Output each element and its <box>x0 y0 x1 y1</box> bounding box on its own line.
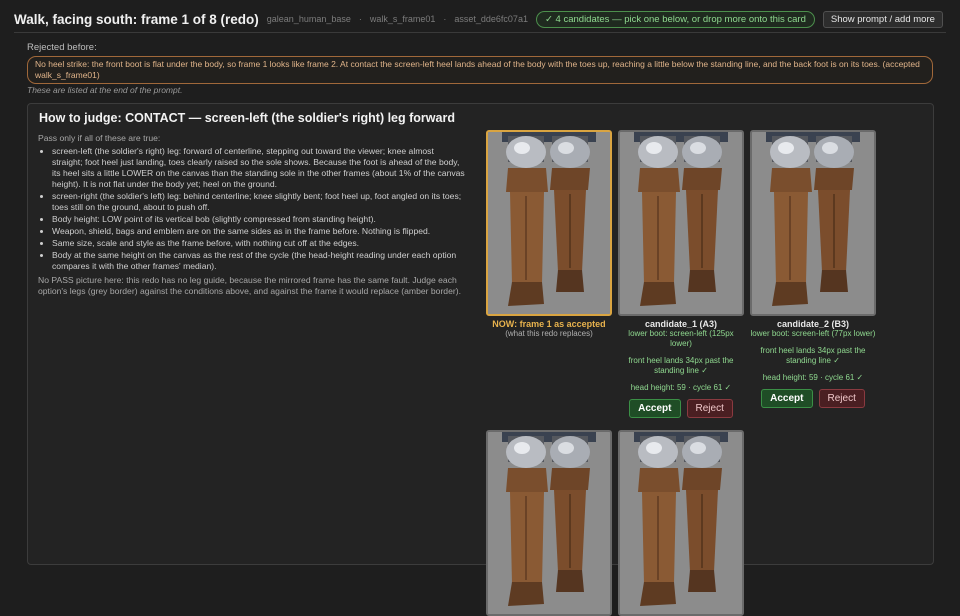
criteria-item: Weapon, shield, bags and emblem are on t… <box>52 226 466 237</box>
current-frame-caption: NOW: frame 1 as accepted <box>492 319 606 329</box>
candidate-tile: candidate_1 (A3) lower boot: screen-left… <box>618 130 744 418</box>
current-frame-image <box>486 130 612 316</box>
show-prompt-button[interactable]: Show prompt / add more <box>822 10 943 28</box>
criteria-item: screen-right (the soldier's left) leg: b… <box>52 191 466 213</box>
candidate-boot-note: lower boot: screen-left (77px lower) <box>750 329 876 338</box>
meta-separator: · <box>443 14 447 24</box>
rejected-label: Rejected before: <box>27 42 97 53</box>
candidate-actions: Accept Reject <box>618 399 744 418</box>
judge-card: How to judge: CONTACT — screen-left (the… <box>27 103 934 616</box>
criteria-item: Same size, scale and style as the frame … <box>52 238 466 249</box>
candidate-actions: Accept Reject <box>750 389 876 408</box>
criteria-item: Body at the same height on the canvas as… <box>52 250 466 272</box>
candidate-tile <box>486 430 612 616</box>
criteria-item: screen-left (the soldier's right) leg: f… <box>52 146 466 190</box>
asset-id: asset_dde6fc07a1 <box>454 14 528 24</box>
candidate-heel-note: front heel lands 34px past the standing … <box>760 346 866 365</box>
candidate-boot-note: lower boot: screen-left (125px lower) <box>628 329 734 348</box>
candidate-image[interactable] <box>618 430 744 616</box>
page-title: Walk, facing south: frame 1 of 8 (redo) <box>14 11 259 27</box>
candidate-tile <box>618 430 744 616</box>
criteria-list: screen-left (the soldier's right) leg: f… <box>38 146 466 272</box>
rejected-reason-box: No heel strike: the front boot is flat u… <box>27 56 933 84</box>
listed-note: These are listed at the end of the promp… <box>27 85 183 95</box>
rig-name: galean_human_base <box>266 14 351 24</box>
meta-separator: · <box>358 14 362 24</box>
accept-button[interactable]: Accept <box>761 389 813 408</box>
accept-button[interactable]: Accept <box>629 399 681 418</box>
candidate-height-note: head height: 59 · cycle 61 ✓ <box>630 383 732 392</box>
current-frame-subcaption: (what this redo replaces) <box>505 329 593 338</box>
current-frame-tile: NOW: frame 1 as accepted (what this redo… <box>486 130 612 339</box>
reject-button[interactable]: Reject <box>686 399 733 418</box>
criteria-intro: Pass only if all of these are true: <box>38 133 161 143</box>
candidate-image[interactable] <box>486 430 612 616</box>
candidate-image[interactable] <box>618 130 744 316</box>
candidate-image[interactable] <box>750 130 876 316</box>
criteria-panel: Pass only if all of these are true: scre… <box>38 133 466 297</box>
candidates-status-badge: ✓ 4 candidates — pick one below, or drop… <box>535 10 815 28</box>
judge-heading: How to judge: CONTACT — screen-left (the… <box>39 111 455 125</box>
candidate-heel-note: front heel lands 34px past the standing … <box>628 356 734 375</box>
criteria-footnote: No PASS picture here: this redo has no l… <box>38 275 461 296</box>
candidate-height-note: head height: 59 · cycle 61 ✓ <box>762 373 864 382</box>
header: Walk, facing south: frame 1 of 8 (redo) … <box>14 6 946 33</box>
candidate-tile: candidate_2 (B3) lower boot: screen-left… <box>750 130 876 408</box>
candidate-name: candidate_2 (B3) <box>776 319 850 329</box>
frame-name: walk_s_frame01 <box>369 14 436 24</box>
candidate-name: candidate_1 (A3) <box>644 319 718 329</box>
criteria-item: Body height: LOW point of its vertical b… <box>52 214 466 225</box>
reject-button[interactable]: Reject <box>818 389 865 408</box>
